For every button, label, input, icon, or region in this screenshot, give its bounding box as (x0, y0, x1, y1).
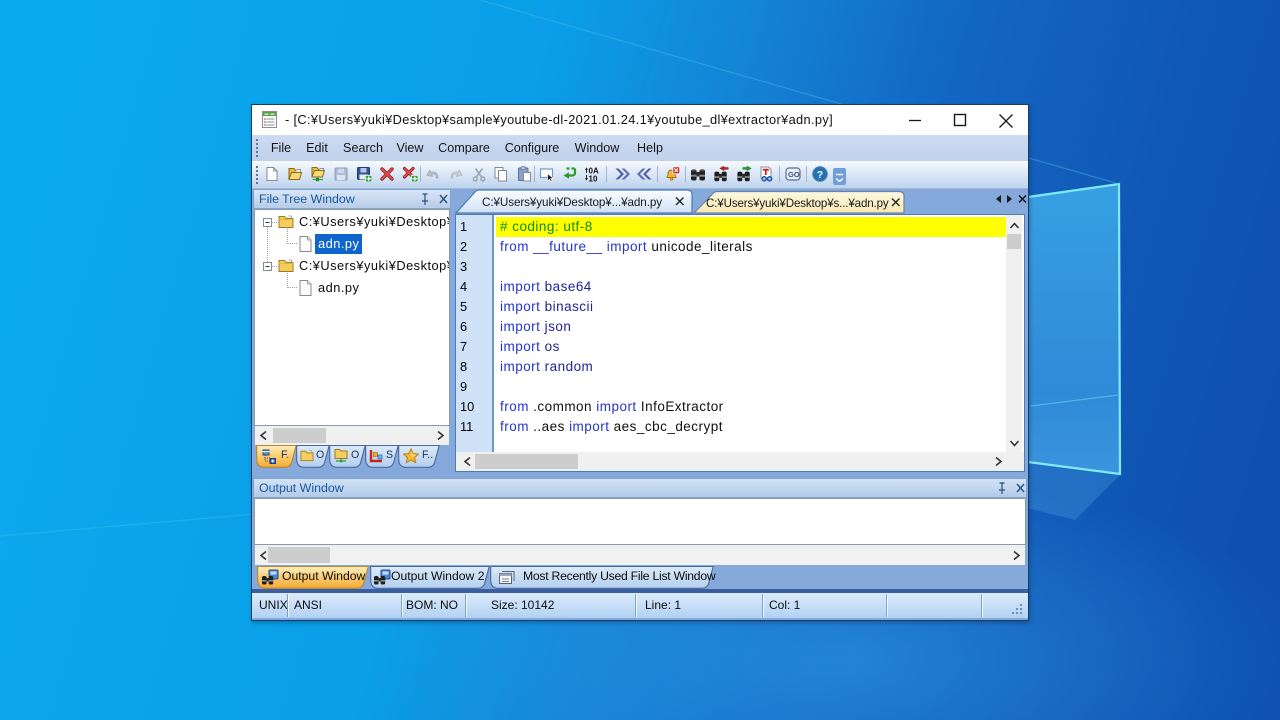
svg-text:?: ? (817, 169, 823, 181)
svg-text:GO: GO (788, 170, 800, 179)
svg-text:10: 10 (589, 175, 598, 183)
